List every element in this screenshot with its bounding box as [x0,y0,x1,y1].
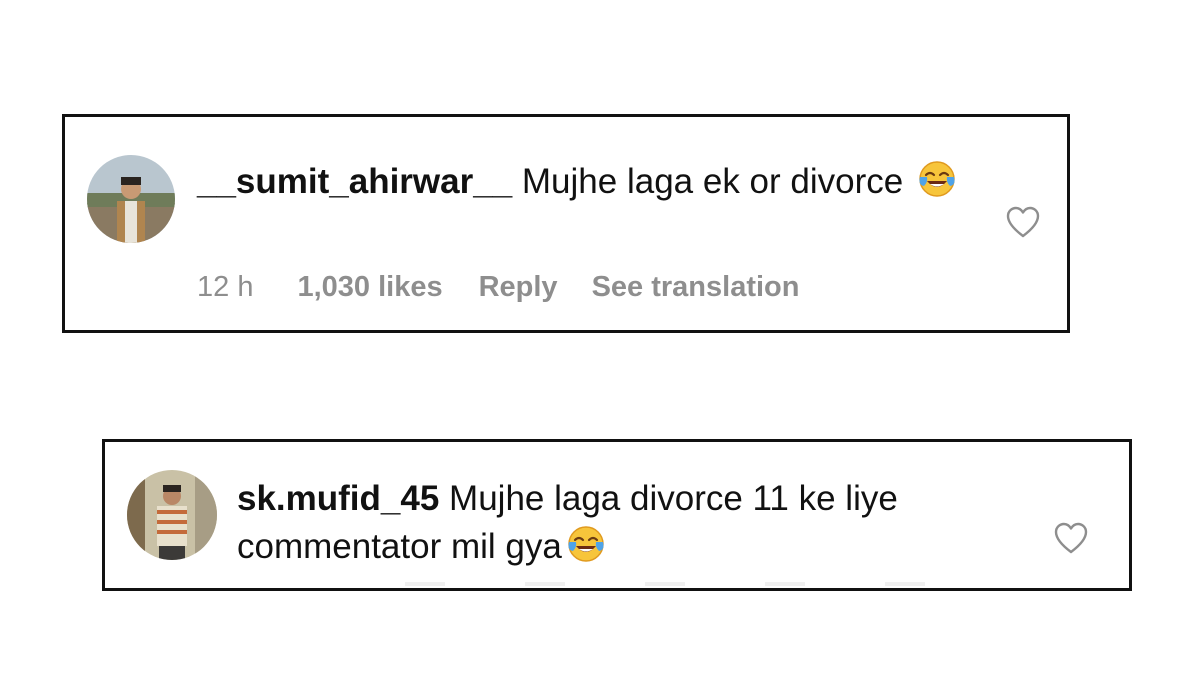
see-translation-button[interactable]: See translation [592,271,800,304]
tears-of-joy-emoji [566,524,606,564]
username-link[interactable]: __sumit_ahirwar__ [197,162,512,201]
heart-outline-icon[interactable] [1005,205,1041,239]
comment-body: __sumit_ahirwar__ Mujhe laga ek or divor… [197,158,957,206]
comment-card: __sumit_ahirwar__ Mujhe laga ek or divor… [62,114,1070,333]
reply-button[interactable]: Reply [479,271,558,304]
comment-card: sk.mufid_45 Mujhe laga divorce 11 ke liy… [102,439,1132,591]
comment-text: Mujhe laga ek or divorce [521,162,904,201]
timestamp: 12 h [197,271,254,303]
likes-count[interactable]: 1,030 likes [297,271,442,304]
avatar-photo [87,155,175,243]
avatar[interactable] [87,155,175,243]
avatar[interactable] [127,470,217,560]
avatar-photo [127,470,217,560]
username-link[interactable]: sk.mufid_45 [237,479,439,518]
tears-of-joy-emoji [917,159,957,199]
heart-outline-icon[interactable] [1053,521,1089,555]
comment-meta: 12 h 1,030 likes Reply See translation [197,271,799,304]
comment-body: sk.mufid_45 Mujhe laga divorce 11 ke liy… [237,475,1057,571]
cropped-meta-row [405,582,965,586]
